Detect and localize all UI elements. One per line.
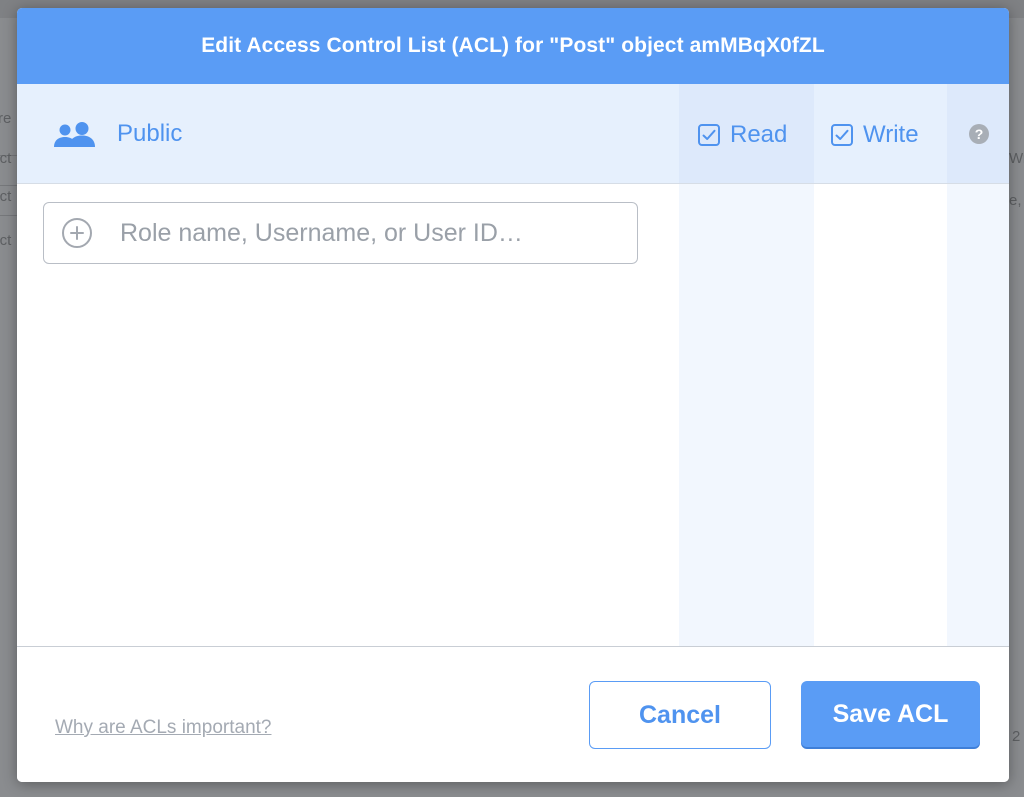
read-checkbox[interactable] [698,124,720,146]
write-permission-toggle[interactable]: Write [831,121,919,149]
help-icon[interactable]: ? [969,124,989,144]
users-icon [54,122,95,147]
add-role-user-field[interactable] [43,202,638,264]
background-text-fragment: e, [1009,192,1022,209]
background-text-fragment: 2 [1012,728,1021,745]
why-acls-link[interactable]: Why are ACLs important? [55,717,271,739]
public-permission-row: Public Read Write [17,84,1009,184]
checkmark-icon [702,129,716,140]
cancel-button[interactable]: Cancel [589,681,771,749]
role-user-input[interactable] [118,217,602,249]
background-text-fragment: Oct [0,188,12,205]
checkmark-icon [835,129,849,140]
write-label: Write [863,121,919,148]
modal-header: Edit Access Control List (ACL) for "Post… [17,8,1009,84]
read-permission-toggle[interactable]: Read [698,121,787,149]
background-text-fragment: re [0,110,12,127]
background-text-fragment: Oct [0,150,12,167]
acl-modal: Edit Access Control List (ACL) for "Post… [17,8,1009,782]
background-text-fragment: Wri [1009,150,1024,167]
read-label: Read [730,121,788,148]
public-label: Public [117,120,183,147]
modal-title: Edit Access Control List (ACL) for "Post… [201,34,825,57]
save-acl-button[interactable]: Save ACL [801,681,980,747]
background-row-divider [0,215,17,216]
modal-footer: Why are ACLs important? Cancel Save ACL [17,646,1009,782]
background-row-divider [0,185,17,186]
background-text-fragment: Oct [0,232,12,249]
write-checkbox[interactable] [831,124,853,146]
plus-circle-icon[interactable] [62,218,92,248]
